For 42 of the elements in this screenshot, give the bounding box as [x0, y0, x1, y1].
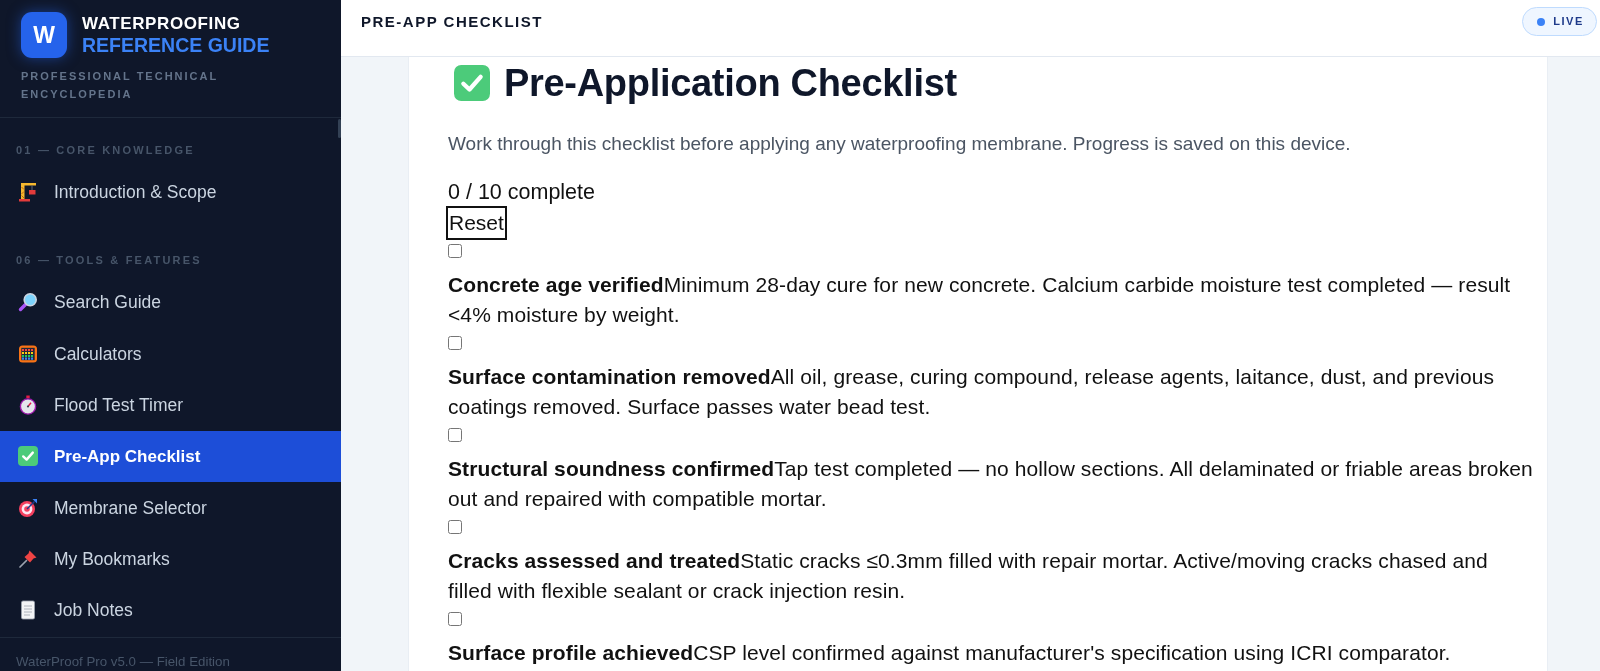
reset-button[interactable]: Reset	[446, 206, 507, 240]
live-label: LIVE	[1553, 14, 1584, 30]
nav-item[interactable]: Search Guide	[0, 276, 341, 329]
app-logo: W	[21, 12, 67, 58]
checklist-item-text: Surface profile achievedCSP level confirmed against manufacturer's specification using ICRI comparator.	[448, 640, 1452, 666]
section-label: 06 — TOOLS & FEATURES	[15, 253, 203, 269]
progress-text: 0 / 10 complete	[448, 179, 596, 206]
checkmark-icon	[454, 65, 490, 101]
nav-item[interactable]: Pre-App Checklist	[0, 430, 341, 482]
tagline: PROFESSIONAL TECHNICAL ENCYCLOPEDIA	[21, 69, 219, 102]
checkbox[interactable]	[448, 520, 462, 534]
scrollbar-thumb[interactable]	[337, 119, 341, 138]
intro-text: Work through this checklist before applying any waterproofing membrane. Progress is saved on this device.	[448, 132, 1352, 156]
nav-item[interactable]: Flood Test Timer	[0, 379, 341, 431]
version-text: WaterProof Pro v5.0 — Field Edition	[0, 637, 341, 671]
status-dot-icon	[1537, 17, 1546, 26]
nav-item[interactable]: Membrane Selector	[0, 482, 341, 534]
checkbox[interactable]	[448, 336, 462, 350]
brand-subtitle: REFERENCE GUIDE	[82, 34, 270, 56]
checkmark-icon	[18, 446, 38, 467]
crane-icon	[18, 182, 38, 203]
page-title: PRE-APP CHECKLIST	[361, 12, 543, 32]
checklist-item-text: Cracks assessed and treatedStatic cracks ≤0.3mm filled with repair mortar. Active/moving cracks chased and filled with flexible sealant or crack injection resin.	[448, 548, 1489, 604]
page-heading: Pre-Application Checklist	[504, 61, 957, 105]
pushpin-icon	[18, 548, 38, 569]
checklist-item-text: Concrete age verifiedMinimum 28-day cure for new concrete. Calcium carbide moisture test completed — result <4% moisture by weight.	[448, 272, 1512, 328]
search-icon	[18, 292, 38, 313]
section-label: 01 — CORE KNOWLEDGE	[15, 143, 196, 158]
stopwatch-icon	[18, 395, 38, 416]
checkbox[interactable]	[448, 244, 462, 258]
nav-item[interactable]: Introduction & Scope	[0, 166, 341, 218]
brand-title: WATERPROOFING	[82, 14, 242, 34]
nav-item[interactable]: Job Notes	[0, 584, 341, 636]
abacus-icon	[18, 343, 38, 364]
target-icon	[18, 497, 38, 518]
checkbox[interactable]	[448, 612, 462, 626]
nav-item[interactable]: Calculators	[0, 328, 341, 380]
checklist-item-text: Surface contamination removedAll oil, grease, curing compound, release agents, laitance, dust, and previous coatings removed. Surface passes water bead test.	[448, 364, 1496, 420]
nav-item[interactable]: My Bookmarks	[0, 533, 341, 585]
checkbox[interactable]	[448, 428, 462, 442]
checklist-item-text: Structural soundness confirmedTap test completed — no hollow sections. All delaminated or friable areas broken out and repaired with compatible mortar.	[448, 456, 1534, 512]
notepad-icon	[18, 600, 38, 621]
